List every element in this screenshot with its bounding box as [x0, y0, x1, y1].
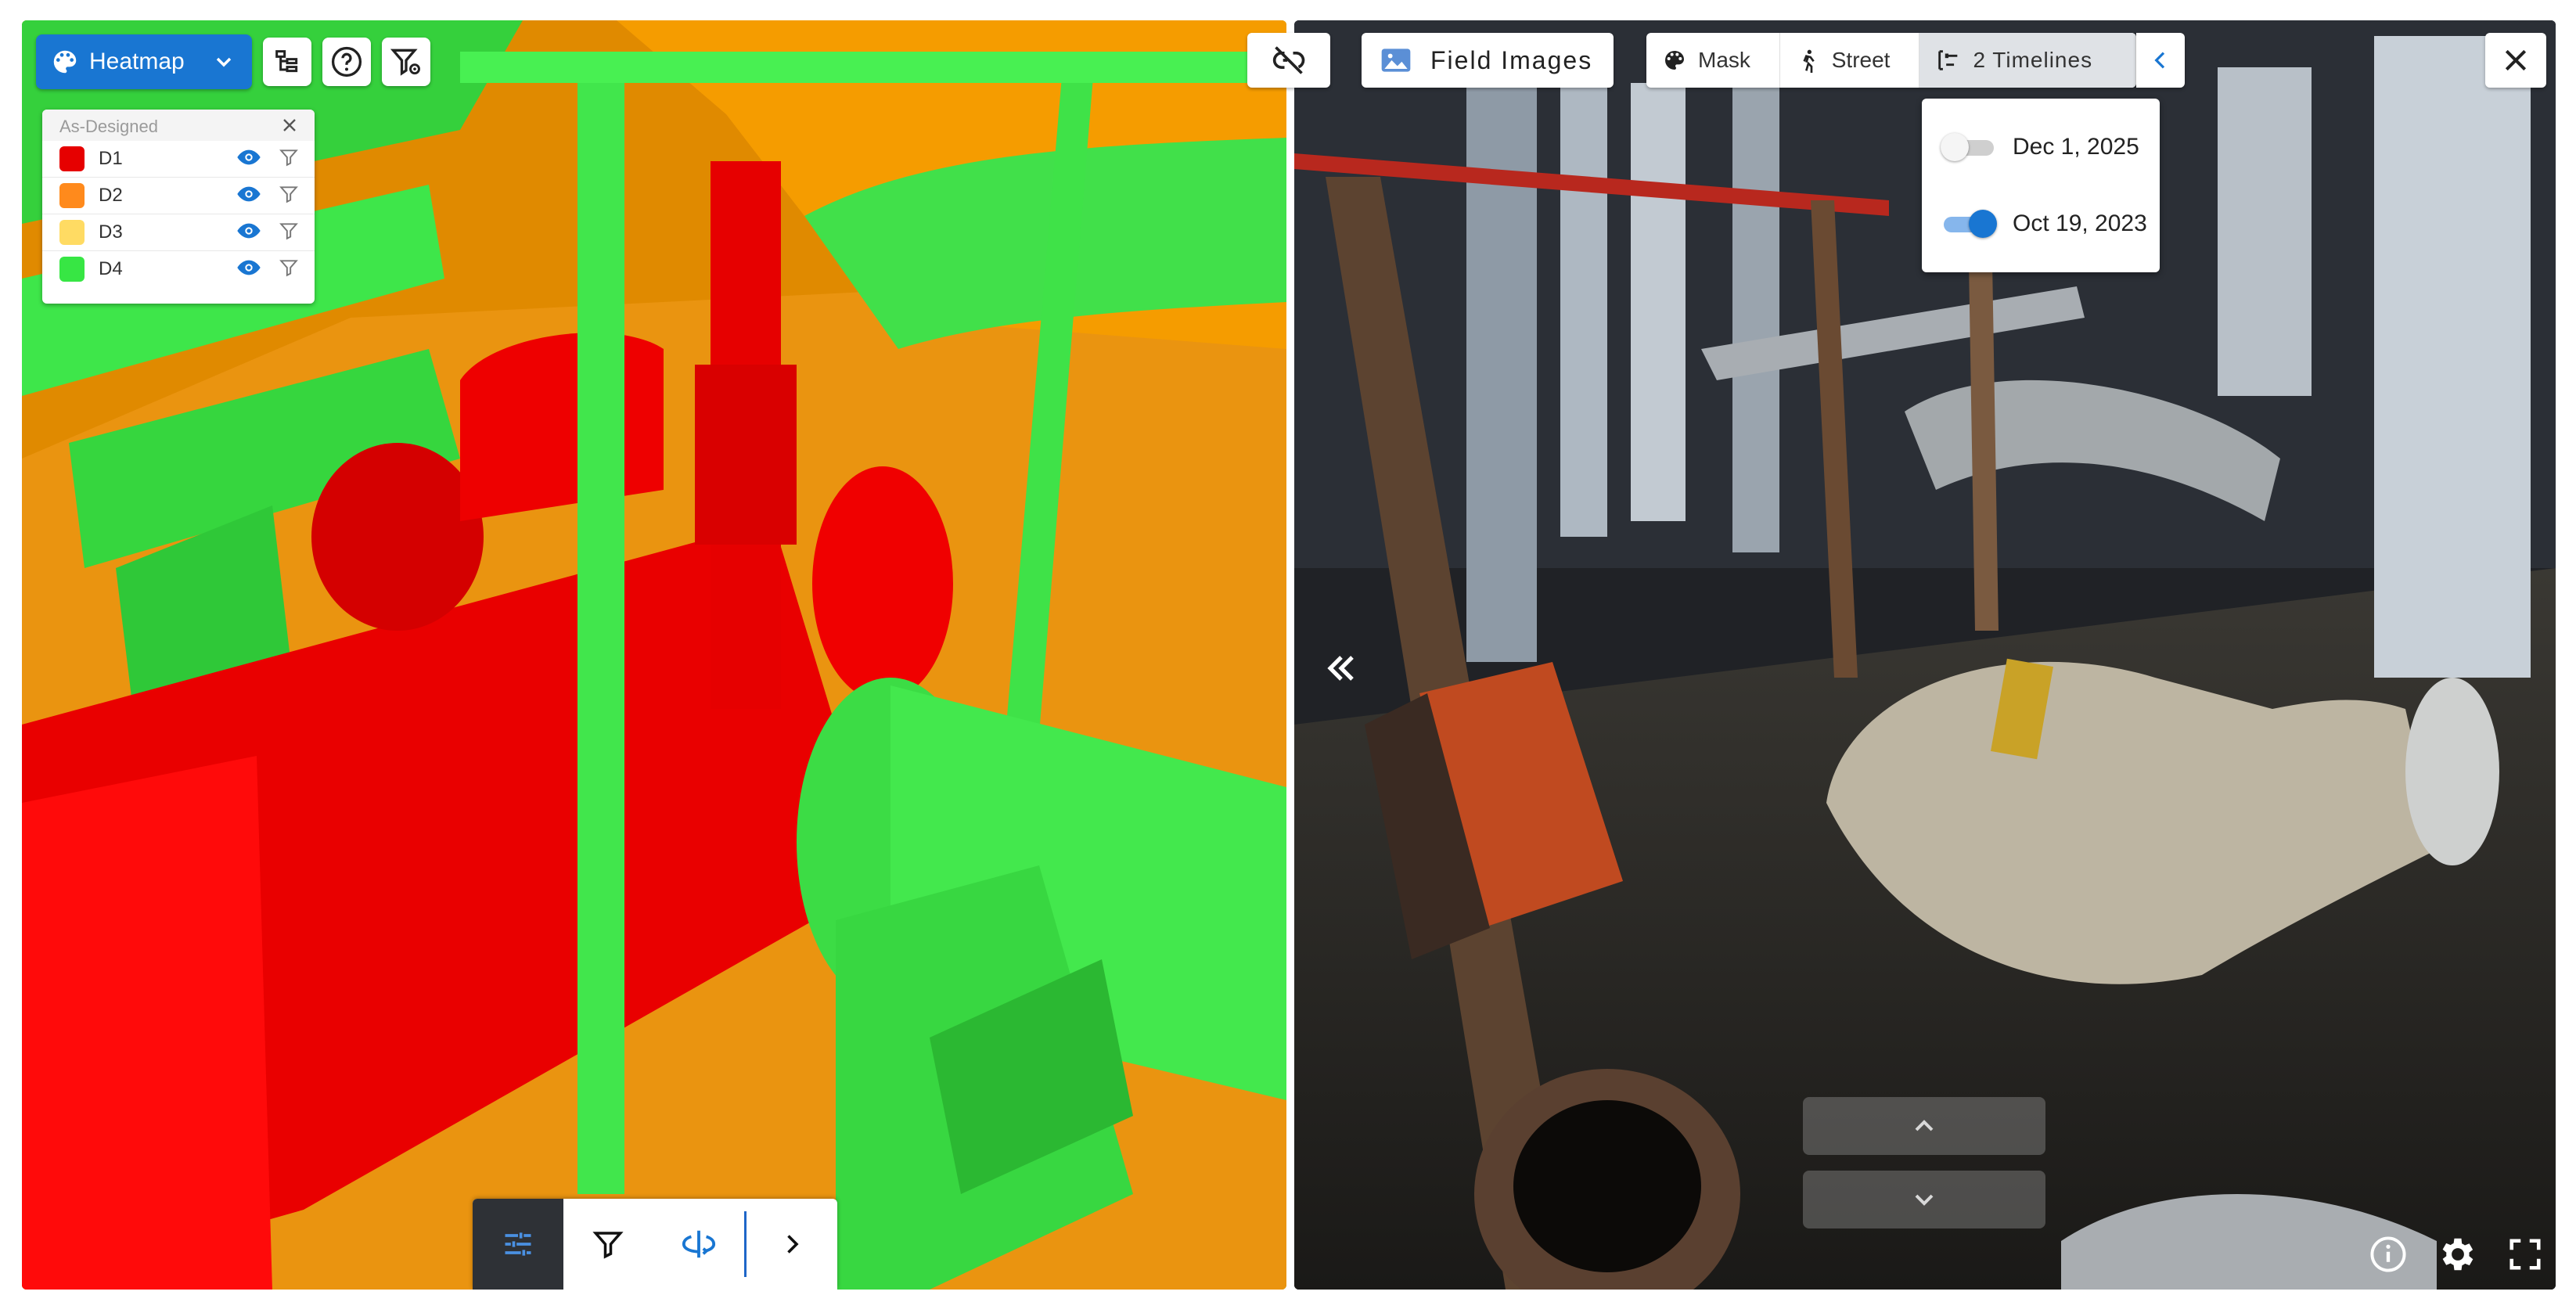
filter-icon[interactable] [279, 257, 299, 282]
heatmap-button-label: Heatmap [89, 49, 185, 74]
help-button[interactable] [322, 38, 371, 86]
legend-close-icon[interactable] [279, 114, 300, 140]
eye-icon[interactable] [236, 182, 261, 210]
legend-label: D3 [99, 221, 123, 243]
model-tree-button[interactable] [263, 38, 311, 86]
expand-toolbar-button[interactable] [747, 1199, 837, 1290]
adjustments-button[interactable] [473, 1199, 563, 1290]
filter-button[interactable] [563, 1199, 654, 1290]
double-chevron-left-icon [1319, 646, 1363, 690]
legend-item: D1 [42, 141, 315, 178]
mask-button[interactable]: Mask [1646, 33, 1780, 88]
viewer-bottom-toolbar [473, 1199, 837, 1290]
mask-label: Mask [1698, 48, 1750, 72]
chevron-left-icon [2148, 48, 2173, 73]
legend-title: As-Designed [59, 117, 158, 136]
navigate-forward-button[interactable] [1803, 1097, 2045, 1155]
rotate-3d-icon [681, 1226, 717, 1262]
legend-swatch [59, 183, 85, 208]
eye-icon[interactable] [236, 218, 261, 247]
fullscreen-icon[interactable] [2507, 1236, 2543, 1272]
field-images-button[interactable]: Field Images [1362, 33, 1614, 88]
timeline-toggle[interactable] [1941, 133, 1997, 161]
orbit-button[interactable] [653, 1199, 744, 1290]
eye-icon[interactable] [236, 145, 261, 174]
filter-settings-button[interactable] [382, 38, 430, 86]
palette-icon [50, 47, 80, 77]
timelines-button[interactable]: 2 Timelines [1919, 33, 2136, 88]
chevron-right-icon [778, 1230, 806, 1258]
eye-icon[interactable] [236, 255, 261, 284]
timeline-toggle[interactable] [1941, 210, 1997, 238]
chevron-up-icon [1909, 1110, 1940, 1142]
sliders-icon [501, 1227, 535, 1261]
collapse-panel-button[interactable] [1319, 646, 1363, 690]
heatmap-dropdown-button[interactable]: Heatmap [36, 34, 252, 89]
timelines-popover: Dec 1, 2025 Oct 19, 2023 [1922, 99, 2160, 272]
legend-swatch [59, 146, 85, 171]
navigate-back-button[interactable] [1803, 1171, 2045, 1228]
tree-icon [272, 46, 303, 77]
legend-item: D2 [42, 178, 315, 214]
filter-icon[interactable] [279, 221, 299, 245]
walk-icon [1796, 48, 1821, 73]
collapse-timelines-button[interactable] [2136, 33, 2185, 88]
field-images-label: Field Images [1430, 45, 1593, 74]
filter-icon[interactable] [279, 184, 299, 208]
street-button[interactable]: Street [1780, 33, 1920, 88]
timeline-row[interactable]: Dec 1, 2025 [1941, 124, 2139, 171]
unlink-views-button[interactable] [1247, 33, 1330, 88]
filter-icon[interactable] [279, 147, 299, 171]
model-viewer[interactable]: Heatmap As-Designed D1 D2 D3 D4 [22, 20, 1286, 1290]
timeline-icon [1935, 47, 1962, 74]
info-icon[interactable] [2368, 1234, 2409, 1275]
close-icon [2500, 45, 2531, 76]
view-mode-segment: Mask Street 2 Timelines [1646, 33, 2136, 88]
legend-swatch [59, 220, 85, 245]
legend-item: D3 [42, 214, 315, 251]
filter-settings-icon [389, 45, 423, 79]
timeline-label: Oct 19, 2023 [2013, 210, 2147, 236]
legend-panel: As-Designed D1 D2 D3 D4 [42, 110, 315, 304]
image-controls [2368, 1233, 2543, 1275]
palette-icon [1662, 48, 1687, 73]
legend-label: D2 [99, 185, 123, 206]
legend-label: D4 [99, 258, 123, 279]
image-icon [1379, 43, 1413, 77]
street-label: Street [1831, 48, 1891, 72]
legend-swatch [59, 257, 85, 282]
legend-label: D1 [99, 148, 123, 169]
timelines-label: 2 Timelines [1973, 48, 2093, 72]
timeline-row[interactable]: Oct 19, 2023 [1941, 200, 2147, 247]
close-viewer-button[interactable] [2485, 33, 2546, 88]
link-off-icon [1272, 43, 1306, 77]
timeline-label: Dec 1, 2025 [2013, 134, 2139, 160]
filter-icon [592, 1228, 624, 1261]
chevron-down-icon [1909, 1184, 1940, 1215]
legend-item: D4 [42, 251, 315, 287]
legend-header: As-Designed [42, 110, 315, 141]
help-icon [329, 45, 364, 79]
gear-icon[interactable] [2437, 1233, 2479, 1275]
chevron-down-icon [211, 49, 236, 74]
